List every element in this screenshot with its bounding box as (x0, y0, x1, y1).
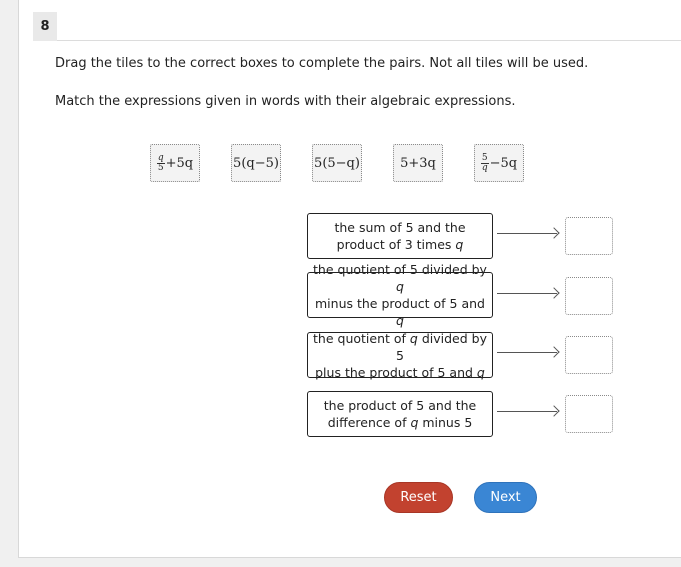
fraction-numerator: 5 (480, 152, 489, 164)
variable-q: q (455, 237, 464, 252)
prompt-text: minus the product of 5 and (315, 296, 485, 311)
prompt-text: the product of 5 and the (323, 398, 477, 413)
divider (57, 40, 681, 41)
prompt-text: plus the product of 5 and (315, 364, 477, 380)
variable-q: q (409, 330, 418, 346)
instruction-match: Match the expressions given in words wit… (55, 94, 516, 109)
tile-expression: 5(5−q) (314, 155, 360, 171)
drop-box-3[interactable] (565, 336, 613, 374)
arrow-icon (497, 227, 561, 239)
variable-q: q (476, 364, 485, 380)
prompt-text: product of 3 times (336, 237, 456, 252)
tile-5-over-q-minus-5q[interactable]: 5 q −5q (474, 144, 524, 182)
fraction-denominator: 5 (157, 162, 164, 173)
prompt-text: the quotient of 5 divided by (313, 262, 487, 277)
arrow-icon (497, 287, 561, 299)
prompt-text: the quotient of (313, 330, 410, 346)
tile-q-over-5-plus-5q[interactable]: q 5 +5q (150, 144, 200, 182)
tile-5-times-5-minus-q[interactable]: 5(5−q) (312, 144, 362, 182)
prompt-quotient-5-q-minus-5q: the quotient of 5 divided by q minus the… (307, 262, 493, 328)
tile-5-plus-3q[interactable]: 5+3q (393, 144, 443, 182)
arrow-icon (497, 405, 561, 417)
fraction-numerator: q (156, 152, 165, 164)
tile-expression: 5+3q (400, 155, 436, 171)
prompt-sum-5-product-3q: the sum of 5 and the product of 3 times … (307, 213, 493, 259)
tile-expression: −5q (489, 155, 518, 171)
tile-5-times-q-minus-5[interactable]: 5(q−5) (231, 144, 281, 182)
reset-button[interactable]: Reset (384, 482, 453, 513)
arrow-icon (497, 346, 561, 358)
drop-box-1[interactable] (565, 217, 613, 255)
fraction: 5 q (480, 152, 489, 173)
tile-expression: +5q (165, 155, 194, 171)
prompt-product-5-difference-q-5: the product of 5 and the difference of q… (307, 391, 493, 437)
drop-box-2[interactable] (565, 277, 613, 315)
prompt-quotient-q-5-plus-5q: the quotient of q divided by 5 plus the … (307, 330, 493, 380)
fraction-denominator: q (481, 162, 488, 173)
tile-expression: 5(q−5) (233, 155, 279, 171)
variable-q: q (396, 313, 404, 328)
fraction: q 5 (156, 152, 165, 173)
instruction-drag: Drag the tiles to the correct boxes to c… (55, 56, 589, 71)
next-button[interactable]: Next (474, 482, 537, 513)
prompt-text: the sum of 5 and the (334, 220, 466, 235)
variable-q: q (396, 279, 404, 294)
drop-box-4[interactable] (565, 395, 613, 433)
prompt-text: minus 5 (418, 415, 473, 430)
question-number: 8 (33, 12, 57, 41)
prompt-text: difference of (327, 415, 411, 430)
